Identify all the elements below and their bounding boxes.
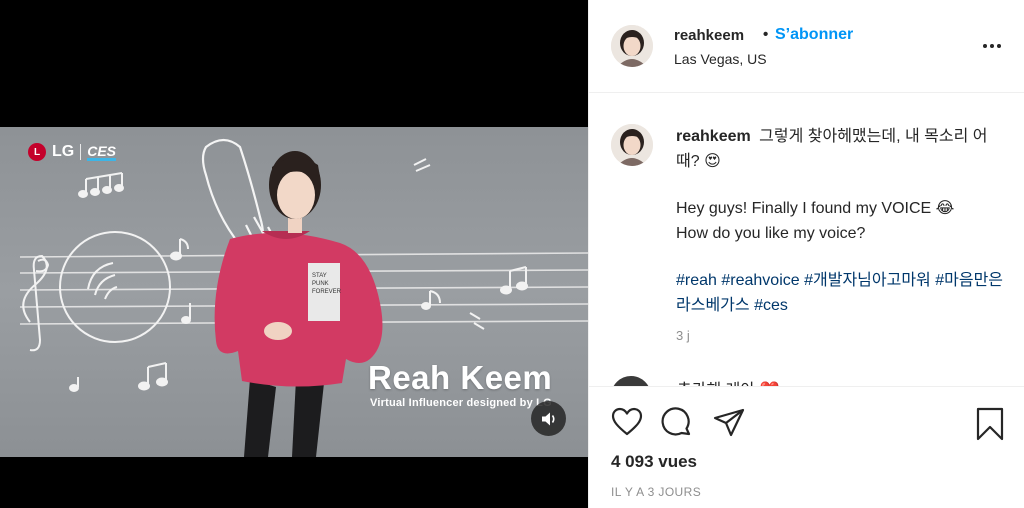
ces-wordmark: CES — [87, 142, 117, 161]
video-player[interactable]: STAY PUNK FOREVER L LG CES Reah Keem Vir… — [0, 127, 588, 457]
caption-username[interactable]: reahkeem — [676, 128, 751, 145]
avatar[interactable] — [611, 124, 653, 166]
more-options-button[interactable] — [983, 40, 1005, 52]
post-caption: reahkeem 그렇게 찾아헤맸는데, 내 목소리 어때? 😍 Hey guy… — [676, 124, 1006, 318]
header-separator: • — [763, 26, 769, 43]
video-overlay-subtitle: Virtual Influencer designed by LG — [370, 397, 552, 409]
svg-text:STAY: STAY — [312, 273, 327, 279]
lg-logo-icon: L — [28, 143, 46, 161]
post-media[interactable]: STAY PUNK FOREVER L LG CES Reah Keem Vir… — [0, 0, 588, 508]
heart-icon — [611, 407, 643, 436]
hashtag-list: #reah #reahvoice #개발자님아고마워 #마음만은라스베가스 #c… — [676, 268, 1006, 318]
caption-text-english-line2: How do you like my voice? — [676, 225, 866, 242]
list-item: 추카해 레아 ❤️ — [611, 376, 1011, 386]
comment-text: 추카해 레아 ❤️ — [677, 376, 779, 386]
save-button[interactable] — [975, 407, 1005, 446]
comment-icon — [661, 407, 691, 436]
hashtag-link[interactable]: #reahvoice — [721, 272, 799, 289]
svg-text:FOREVER: FOREVER — [312, 289, 342, 295]
avatar-figure: STAY PUNK FOREVER — [214, 151, 383, 457]
speaker-icon — [541, 412, 555, 425]
avatar[interactable] — [611, 376, 651, 386]
svg-text:PUNK: PUNK — [312, 281, 329, 287]
profile-photo — [611, 25, 653, 67]
lg-ces-logo: L LG CES — [28, 142, 117, 161]
avatar[interactable] — [611, 25, 653, 67]
follow-button[interactable]: S’abonner — [775, 26, 853, 44]
bookmark-icon — [976, 407, 1004, 441]
comment-button[interactable] — [661, 407, 693, 444]
author-username[interactable]: reahkeem — [674, 27, 744, 44]
share-icon — [713, 408, 745, 437]
hashtag-link[interactable]: #ces — [754, 297, 788, 314]
post-actions: 4 093 vues IL Y A 3 JOURS — [589, 386, 1024, 508]
logo-divider — [80, 144, 82, 160]
hashtag-link[interactable]: #reah — [676, 272, 717, 289]
caption-text-english-line1: Hey guys! Finally I found my VOICE 😂 — [676, 200, 955, 217]
hashtag-link[interactable]: #개발자님아고마워 — [804, 272, 931, 289]
post-details-panel: reahkeem • S’abonner Las Vegas, US reahk… — [588, 0, 1024, 508]
video-overlay-title: Reah Keem — [368, 359, 553, 396]
more-horizontal-icon — [983, 44, 987, 48]
caption-timestamp[interactable]: 3 j — [676, 328, 690, 343]
comments-section[interactable]: reahkeem 그렇게 찾아헤맸는데, 내 목소리 어때? 😍 Hey guy… — [589, 94, 1024, 386]
view-count[interactable]: 4 093 vues — [611, 452, 697, 472]
post-location[interactable]: Las Vegas, US — [674, 51, 767, 67]
mute-button[interactable] — [531, 401, 566, 436]
post-date[interactable]: IL Y A 3 JOURS — [611, 485, 701, 499]
post-header: reahkeem • S’abonner Las Vegas, US — [589, 0, 1024, 93]
profile-photo — [611, 124, 653, 166]
profile-photo — [611, 376, 651, 386]
like-button[interactable] — [611, 407, 643, 442]
share-button[interactable] — [713, 407, 745, 444]
lg-wordmark: LG — [52, 143, 75, 160]
